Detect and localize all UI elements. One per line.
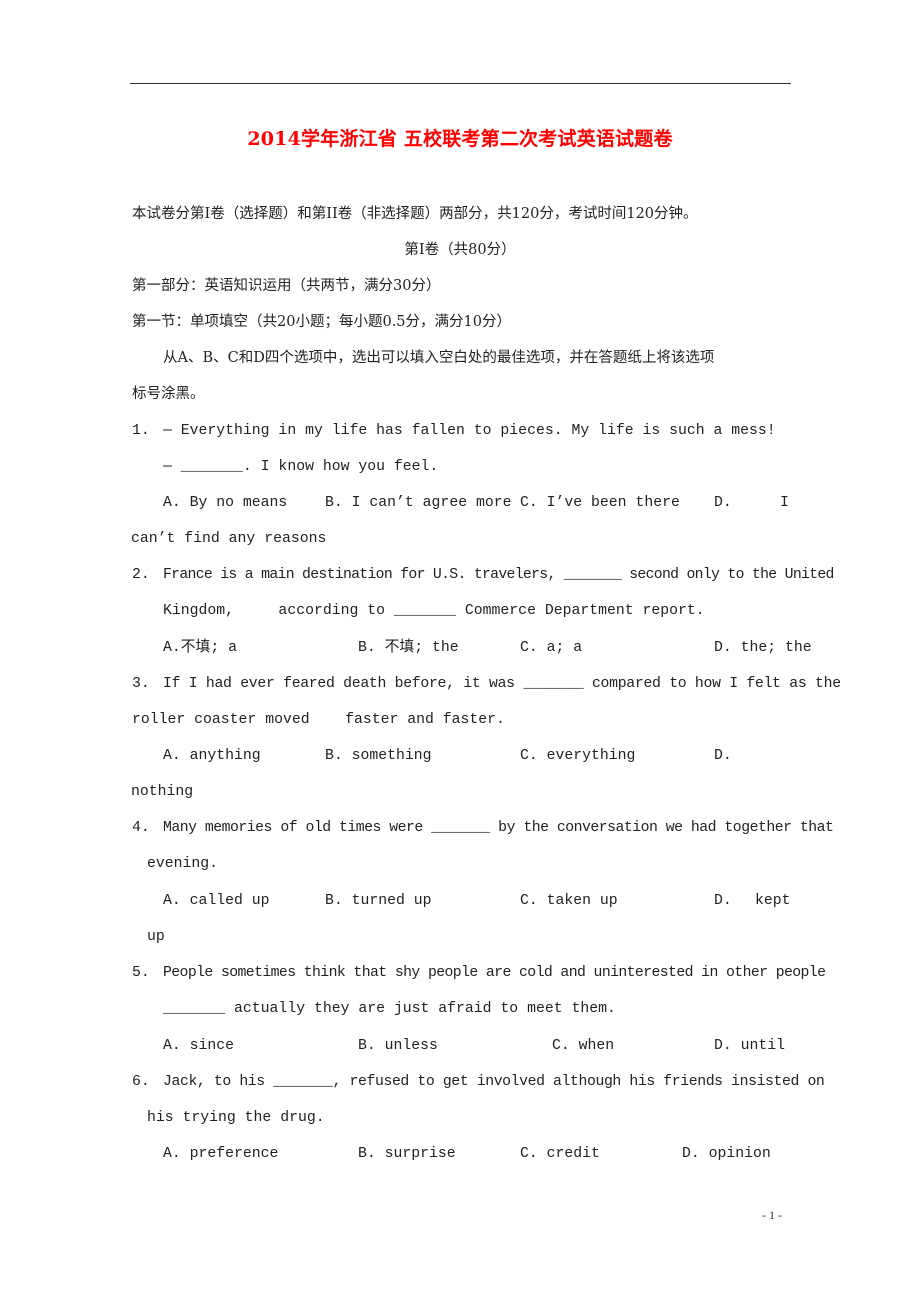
page-number: - 1 - — [762, 1208, 782, 1222]
option-d-text: nothing — [131, 784, 194, 800]
intro-text: 本试卷分第Ⅰ卷（选择题）和第II卷（非选择题）两部分，共120分，考试时间120… — [132, 206, 698, 222]
question-text: People sometimes think that shy people a… — [163, 965, 826, 981]
question-number: 3. — [132, 676, 150, 692]
question-text: If I had ever feared death before, it wa… — [163, 676, 841, 692]
option-c: C. I’ve been there — [520, 495, 680, 511]
option-a: A. called up — [163, 893, 270, 909]
option-d: D. until — [714, 1038, 786, 1054]
question-text: France is a main destination for U.S. tr… — [163, 567, 834, 583]
option-b: B. I can’t agree more — [325, 495, 512, 511]
option-d-label: D. — [714, 748, 732, 764]
option-d-text: kept — [755, 893, 791, 909]
header-rule — [130, 83, 791, 84]
option-b: B. unless — [358, 1038, 438, 1054]
option-b: B. surprise — [358, 1146, 456, 1162]
part-heading: 第一部分：英语知识运用（共两节，满分30分） — [132, 278, 441, 294]
option-d-text-continued: up — [147, 929, 165, 945]
question-text: Many memories of old times were _______ … — [163, 820, 834, 836]
option-b: B. something — [325, 748, 432, 764]
option-a: A. anything — [163, 748, 261, 764]
question-text: _______ actually they are just afraid to… — [163, 1001, 616, 1017]
option-d-text: I — [780, 495, 789, 511]
question-number: 6. — [132, 1074, 150, 1090]
instruction-line-1: 从A、B、C和D四个选项中，选出可以填入空白处的最佳选项，并在答题纸上将该选项 — [163, 350, 715, 366]
question-text: — _______. I know how you feel. — [163, 459, 439, 475]
option-a: A.不填; a — [163, 640, 237, 656]
question-number: 1. — [132, 423, 150, 439]
exam-page: 2014学年浙江省 五校联考第二次考试英语试题卷 本试卷分第Ⅰ卷（选择题）和第I… — [0, 0, 920, 1302]
option-d-text-continued: can’t find any reasons — [131, 531, 327, 547]
option-a: A. By no means — [163, 495, 288, 511]
option-c: C. a; a — [520, 640, 583, 656]
question-number: 4. — [132, 820, 150, 836]
option-d-label: D. — [714, 893, 732, 909]
option-d-label: D. — [714, 495, 732, 511]
option-c: C. when — [552, 1038, 615, 1054]
question-text: his trying the drug. — [147, 1110, 325, 1126]
question-text: evening. — [147, 856, 219, 872]
document-title: 2014学年浙江省 五校联考第二次考试英语试题卷 — [247, 128, 673, 150]
question-text: Jack, to his _______, refused to get inv… — [163, 1074, 825, 1090]
option-c: C. everything — [520, 748, 636, 764]
option-b: B. turned up — [325, 893, 432, 909]
question-text: — Everything in my life has fallen to pi… — [163, 423, 776, 439]
option-b: B. 不填; the — [358, 640, 459, 656]
option-a: A. since — [163, 1038, 235, 1054]
instruction-line-2: 标号涂黑。 — [132, 386, 205, 402]
option-d: D. the; the — [714, 640, 812, 656]
question-number: 5. — [132, 965, 150, 981]
question-text: roller coaster moved faster and faster. — [132, 712, 505, 728]
section-heading: 第一节：单项填空（共20小题；每小题0.5分，满分10分） — [132, 314, 511, 330]
question-number: 2. — [132, 567, 150, 583]
option-d: D. opinion — [682, 1146, 771, 1162]
option-c: C. taken up — [520, 893, 618, 909]
option-c: C. credit — [520, 1146, 600, 1162]
volume-heading: 第Ⅰ卷（共80分） — [404, 242, 516, 258]
option-a: A. preference — [163, 1146, 279, 1162]
question-text: Kingdom, according to _______ Commerce D… — [163, 603, 705, 619]
